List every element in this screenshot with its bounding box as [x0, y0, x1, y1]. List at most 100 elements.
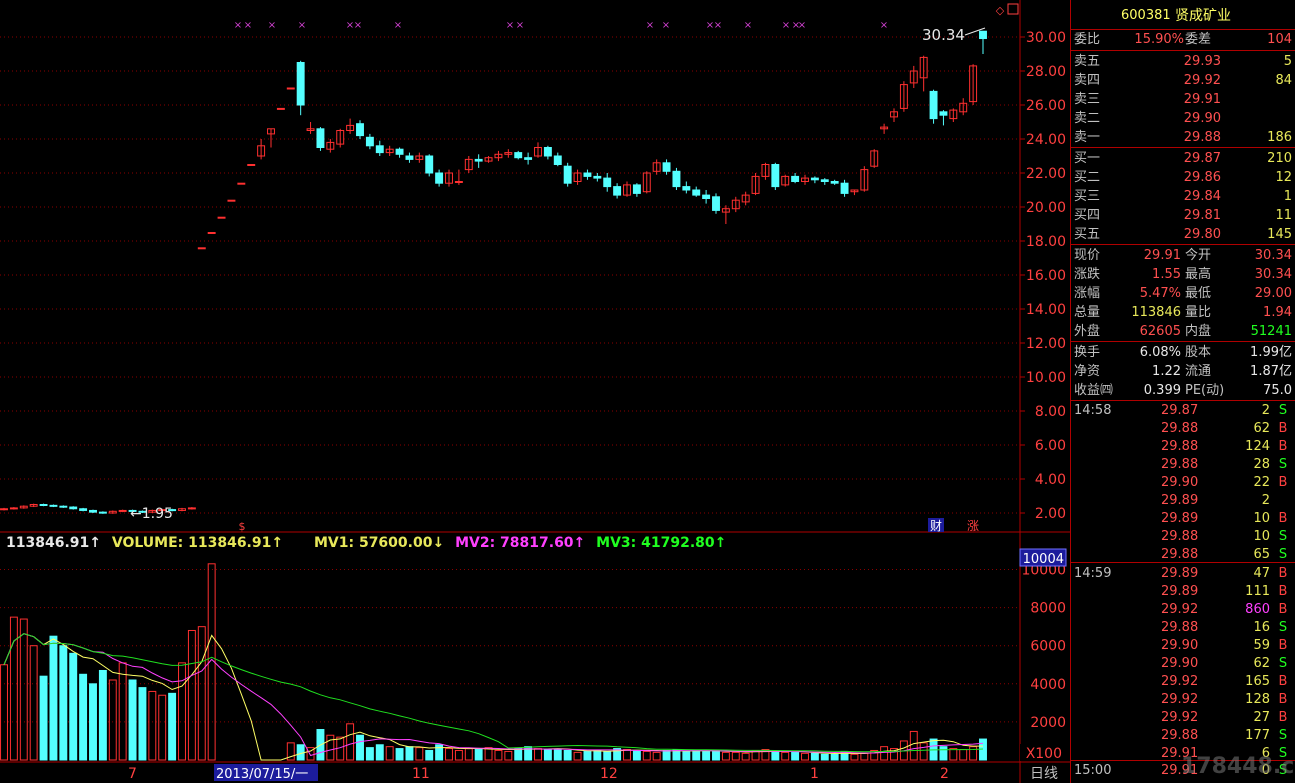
candle-body — [939, 111, 948, 116]
bids-label: 买三 — [1074, 189, 1101, 204]
tick-side: B — [1278, 674, 1288, 689]
window-restore-icon — [1007, 3, 1019, 15]
candle-body — [425, 155, 434, 174]
quote-row: 现价 29.91 今开 30.34 — [1071, 246, 1295, 265]
candle-body — [98, 511, 107, 514]
mv3-value: MV3: 41792.80↑ — [596, 535, 727, 551]
tick-row: 29.88 16 S — [1071, 619, 1295, 637]
quote-label: 涨幅 — [1074, 286, 1101, 301]
volume-bar — [0, 664, 8, 761]
tick-row: 29.92 165 B — [1071, 673, 1295, 691]
candle-body — [435, 172, 444, 184]
candle-body — [524, 157, 533, 160]
candle-body — [979, 30, 987, 40]
tick-price: 29.88 — [1161, 439, 1199, 454]
quote-value: 113846 — [1131, 305, 1181, 320]
tick-volume: 27 — [1253, 710, 1270, 725]
price-axis-label: 8.00 — [1035, 404, 1066, 420]
candle-body — [89, 509, 97, 513]
bids-price: 29.80 — [1183, 227, 1221, 242]
volume-bar — [810, 752, 819, 761]
candle-body — [593, 175, 602, 179]
price-axis-label: 14.00 — [1026, 302, 1066, 318]
event-marker: × — [646, 20, 654, 31]
tick-row: 29.88 62 B — [1071, 420, 1295, 438]
tick-row: 29.90 59 B — [1071, 637, 1295, 655]
quote-value: 1.94 — [1263, 305, 1292, 320]
candle-body — [712, 196, 720, 211]
volume-bar — [573, 751, 582, 761]
tick-side: B — [1278, 566, 1288, 581]
quote-row: 涨幅 5.47% 最低 29.00 — [1071, 284, 1295, 303]
volume-bar — [49, 635, 58, 761]
asks-row: 卖四 29.92 84 — [1071, 71, 1295, 90]
price-axis-label: 6.00 — [1035, 438, 1066, 454]
tick-volume: 10 — [1253, 529, 1270, 544]
volume-bar — [801, 752, 809, 761]
volume-bar — [652, 751, 661, 761]
asks-volume: 5 — [1283, 54, 1292, 69]
tick-time: 14:58 — [1074, 403, 1112, 418]
volume-bar — [781, 751, 790, 761]
volume-bar — [187, 629, 196, 761]
tick-price: 29.92 — [1161, 692, 1199, 707]
quote-panel: 600381 贤成矿业 委比 15.90% 委差 104 卖五 29.93 5 卖四 2… — [1070, 0, 1295, 783]
volume-axis-label: 4000 — [1030, 677, 1066, 693]
asks-row: 卖一 29.88 186 — [1071, 128, 1295, 147]
stock-code: 600381 — [1121, 8, 1171, 23]
tick-row: 29.90 62 S — [1071, 655, 1295, 673]
volume-bar — [138, 687, 147, 761]
quote-row: 总量 113846 量比 1.94 — [1071, 303, 1295, 322]
candle-body — [49, 504, 58, 507]
quote-value: 1.55 — [1152, 267, 1181, 282]
candle-body — [820, 179, 829, 183]
rise-marker: 涨 — [967, 518, 979, 533]
tick-side: B — [1278, 511, 1288, 526]
tick-price: 29.90 — [1161, 638, 1199, 653]
tick-row: 29.92 128 B — [1071, 691, 1295, 709]
volume-bar — [385, 746, 394, 761]
candle-body — [840, 182, 849, 194]
tick-price: 29.88 — [1161, 421, 1199, 436]
volume-bar — [969, 746, 978, 761]
volume-bar — [603, 750, 612, 761]
volume-bar — [949, 748, 958, 761]
bids-row: 买三 29.84 1 — [1071, 187, 1295, 206]
volume-bar — [118, 662, 127, 761]
candle-body — [771, 164, 780, 188]
event-marker: × — [354, 20, 362, 31]
bids-price: 29.87 — [1183, 151, 1221, 166]
bids-row: 买五 29.80 145 — [1071, 225, 1295, 244]
volume-bar — [79, 673, 88, 761]
kline-chart[interactable]: 30.00 28.00 26.00 24.00 22.00 20.00 18.00 16.00… — [0, 0, 1070, 783]
bids-price: 29.81 — [1183, 208, 1221, 223]
tick-price: 29.89 — [1161, 584, 1199, 599]
candle-body — [365, 136, 374, 147]
tick-time: 15:00 — [1074, 763, 1112, 778]
volume-bar — [98, 669, 107, 761]
volume-value: VOLUME: 113846.91↑ — [111, 535, 284, 551]
fundamentals-value: 0.399 — [1143, 383, 1181, 398]
bids-label: 买二 — [1074, 170, 1101, 185]
tick-volume: 22 — [1253, 475, 1270, 490]
tick-side: B — [1278, 421, 1288, 436]
asks-label: 卖四 — [1074, 73, 1101, 88]
commission-ratio: 15.90% — [1134, 32, 1184, 47]
candle-body — [39, 504, 48, 506]
tick-volume: 2 — [1261, 493, 1270, 508]
event-marker: × — [394, 20, 402, 31]
volume-bar — [919, 742, 928, 761]
fundamentals-value: 1.87亿 — [1250, 364, 1292, 379]
volume-bar — [454, 749, 463, 761]
bids-label: 买四 — [1074, 208, 1101, 223]
asks-price: 29.91 — [1183, 92, 1221, 107]
asks-volume: 186 — [1267, 130, 1292, 145]
volume-bar — [692, 749, 701, 761]
volume-axis-top: 10004 — [1023, 552, 1064, 567]
bids-row: 买二 29.86 12 — [1071, 168, 1295, 187]
volume-bar — [830, 753, 839, 761]
chart-canvas[interactable]: 30.0028.0026.0024.0022.0020.0018.0016.00… — [0, 0, 1070, 783]
volume-bar — [435, 744, 444, 761]
fundamentals-label: 净资 — [1074, 364, 1101, 379]
tick-row: 29.88 10 S — [1071, 528, 1295, 546]
